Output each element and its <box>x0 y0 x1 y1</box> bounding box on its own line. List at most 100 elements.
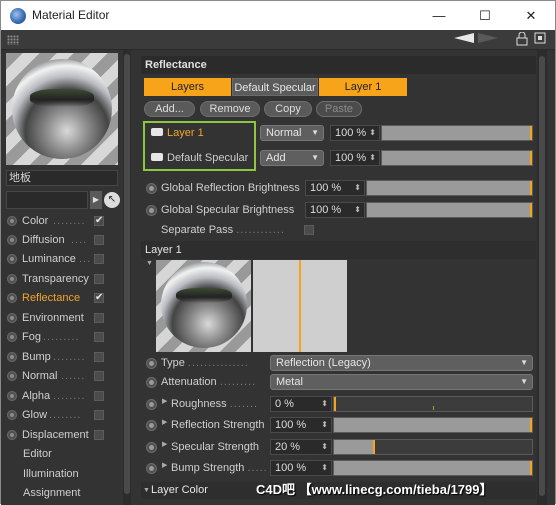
channel-radio-icon[interactable] <box>7 293 17 303</box>
expand-triangle-icon[interactable]: ▶ <box>162 461 167 469</box>
channel-reflectance[interactable]: Reflectance ✔ <box>5 289 109 307</box>
copy-layer-button[interactable]: Copy <box>264 101 312 117</box>
add-layer-button[interactable]: Add... <box>144 101 195 117</box>
channel-radio-icon[interactable] <box>7 391 17 401</box>
spinner-icon[interactable]: ⬍ <box>354 181 361 195</box>
tab-layer-1[interactable]: Layer 1 <box>319 78 407 96</box>
channel-checkbox[interactable] <box>94 410 104 420</box>
roughness-slider[interactable] <box>333 396 533 412</box>
separate-pass-checkbox[interactable] <box>304 225 314 235</box>
channel-radio-icon[interactable] <box>7 216 17 226</box>
type-dropdown[interactable]: Reflection (Legacy) ▼ <box>270 355 533 371</box>
channel-radio-icon[interactable] <box>7 235 17 245</box>
nav-back-icon[interactable] <box>453 32 475 48</box>
channel-checkbox[interactable] <box>94 352 104 362</box>
channel-checkbox[interactable] <box>94 430 104 440</box>
global-reflection-brightness-field[interactable]: 100 % ⬍ <box>305 180 365 196</box>
animate-radio-icon[interactable] <box>146 399 157 410</box>
channel-editor[interactable]: Editor <box>5 445 109 463</box>
material-name-field[interactable]: 地板 <box>6 170 118 186</box>
paste-layer-button[interactable]: Paste <box>316 101 362 117</box>
reflection-strength-slider[interactable] <box>333 417 533 433</box>
default-specular-amount-slider[interactable] <box>381 150 533 166</box>
expand-icon[interactable] <box>533 32 547 48</box>
channel-checkbox[interactable] <box>94 254 104 264</box>
spinner-icon[interactable]: ⬍ <box>321 461 328 475</box>
global-specular-brightness-slider[interactable] <box>366 202 533 218</box>
channel-luminance[interactable]: Luminance ... <box>5 250 109 268</box>
collapse-triangle-icon[interactable]: ▼ <box>143 482 150 499</box>
channel-glow[interactable]: Glow ........ <box>5 406 109 424</box>
channel-checkbox[interactable] <box>94 313 104 323</box>
layer-1-amount-field[interactable]: 100 % ⬍ <box>330 125 380 141</box>
animate-radio-icon[interactable] <box>146 420 157 431</box>
channel-radio-icon[interactable] <box>7 254 17 264</box>
picker-icon[interactable]: ↖ <box>104 192 120 208</box>
channel-normal[interactable]: Normal ...... <box>5 367 109 385</box>
sidebar-scrollbar[interactable] <box>123 50 131 505</box>
spinner-icon[interactable]: ⬍ <box>354 203 361 217</box>
remove-layer-button[interactable]: Remove <box>200 101 260 117</box>
bump-strength-field[interactable]: 100 % ⬍ <box>270 460 332 476</box>
channel-illumination[interactable]: Illumination <box>5 465 109 483</box>
specular-strength-field[interactable]: 20 % ⬍ <box>270 439 332 455</box>
tab-layers[interactable]: Layers <box>144 78 231 96</box>
layer-name[interactable]: Layer 1 <box>167 127 204 139</box>
channel-checkbox[interactable] <box>94 274 104 284</box>
channel-transparency[interactable]: Transparency <box>5 270 109 288</box>
channel-radio-icon[interactable] <box>7 430 17 440</box>
default-specular-blend-dropdown[interactable]: Add ▼ <box>260 150 324 166</box>
channel-radio-icon[interactable] <box>7 410 17 420</box>
expand-triangle-icon[interactable]: ▶ <box>162 397 167 405</box>
roughness-field[interactable]: 0 % ⬍ <box>270 396 332 412</box>
spinner-icon[interactable]: ⬍ <box>321 397 328 411</box>
tab-default-specular[interactable]: Default Specular <box>232 78 318 96</box>
animate-radio-icon[interactable] <box>146 205 157 216</box>
channel-diffusion[interactable]: Diffusion .... <box>5 231 109 249</box>
channel-radio-icon[interactable] <box>7 313 17 323</box>
spinner-icon[interactable]: ⬍ <box>369 126 376 140</box>
channel-checkbox[interactable] <box>94 391 104 401</box>
lock-icon[interactable] <box>515 31 529 48</box>
animate-radio-icon[interactable] <box>146 358 157 369</box>
channel-environment[interactable]: Environment <box>5 309 109 327</box>
layer-row-layer-1[interactable]: Layer 1 <box>151 124 204 142</box>
spinner-icon[interactable]: ⬍ <box>321 418 328 432</box>
animate-radio-icon[interactable] <box>146 183 157 194</box>
channel-radio-icon[interactable] <box>7 274 17 284</box>
layer-name[interactable]: Default Specular <box>167 152 248 164</box>
default-specular-amount-field[interactable]: 100 % ⬍ <box>330 150 380 166</box>
expand-triangle-icon[interactable]: ▶ <box>162 418 167 426</box>
filter-arrow-icon[interactable]: ▶ <box>90 191 102 209</box>
maximize-button[interactable]: ☐ <box>462 1 508 30</box>
animate-radio-icon[interactable] <box>146 442 157 453</box>
channel-alpha[interactable]: Alpha ........ <box>5 387 109 405</box>
channel-color[interactable]: Color ........ ✔ <box>5 212 109 230</box>
minimize-button[interactable]: — <box>416 1 462 30</box>
grip-icon[interactable] <box>7 35 19 45</box>
channel-assignment[interactable]: Assignment <box>5 484 109 502</box>
channel-checkbox[interactable] <box>94 332 104 342</box>
scrollbar-thumb[interactable] <box>124 54 130 494</box>
channel-radio-icon[interactable] <box>7 352 17 362</box>
expand-triangle-icon[interactable]: ▶ <box>162 440 167 448</box>
layer-1-amount-slider[interactable] <box>381 125 533 141</box>
bump-strength-slider[interactable] <box>333 460 533 476</box>
layer-visibility-icon[interactable] <box>151 153 163 161</box>
attributes-scrollbar[interactable] <box>537 50 547 505</box>
global-reflection-brightness-slider[interactable] <box>366 180 533 196</box>
animate-radio-icon[interactable] <box>146 377 157 388</box>
animate-radio-icon[interactable] <box>146 463 157 474</box>
channel-checkbox[interactable] <box>94 371 104 381</box>
channel-displacement[interactable]: Displacement <box>5 426 109 444</box>
scrollbar-thumb[interactable] <box>539 56 545 496</box>
close-button[interactable]: ✕ <box>508 1 554 30</box>
channel-checkbox[interactable] <box>94 235 104 245</box>
collapse-triangle-icon[interactable]: ▼ <box>146 260 153 267</box>
channel-checkbox[interactable]: ✔ <box>94 293 104 303</box>
material-preview[interactable] <box>6 53 118 165</box>
specular-strength-slider[interactable] <box>333 439 533 455</box>
filter-input[interactable] <box>6 191 88 209</box>
layer-1-blend-dropdown[interactable]: Normal ▼ <box>260 125 324 141</box>
layer-visibility-icon[interactable] <box>151 128 163 136</box>
